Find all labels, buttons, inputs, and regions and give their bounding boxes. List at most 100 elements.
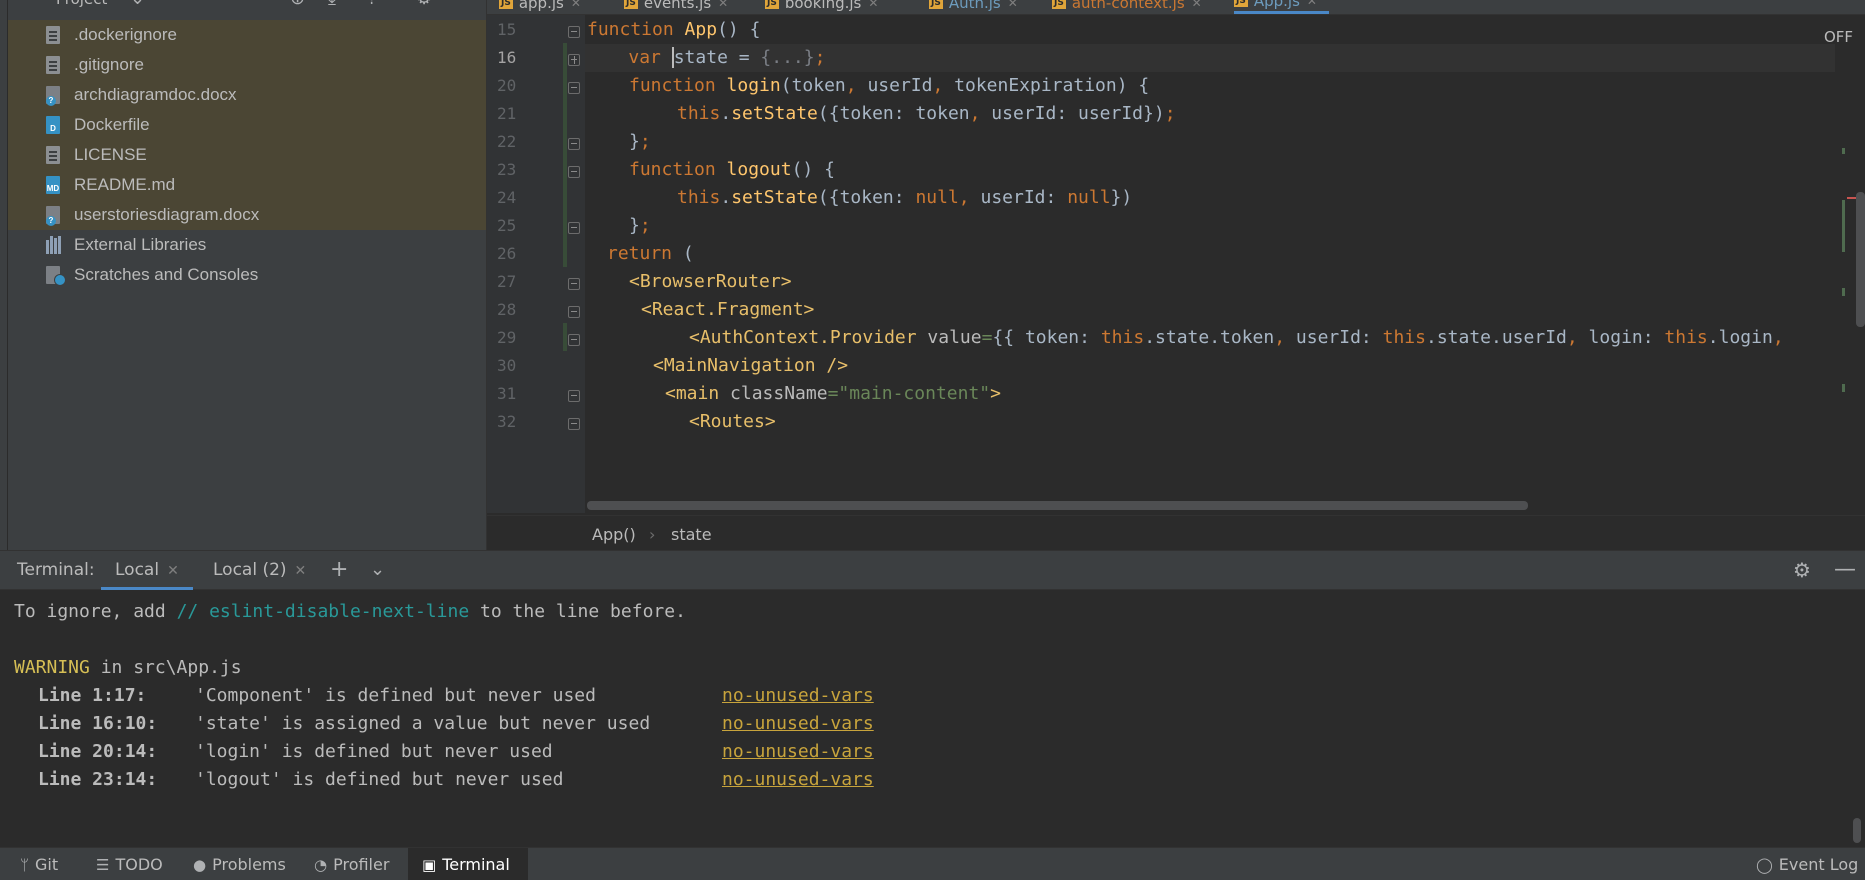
- event-log-button[interactable]: ◯ Event Log: [1756, 848, 1858, 880]
- fold-toggle-icon[interactable]: [568, 418, 580, 430]
- project-file-tree: .dockerignore .gitignore ? archdiagramdo…: [8, 20, 486, 290]
- chevron-right-icon: ›: [649, 525, 656, 544]
- terminal-text: to the line before.: [469, 601, 686, 622]
- close-icon[interactable]: ✕: [571, 0, 581, 10]
- tab-terminal-local[interactable]: Local ✕: [101, 551, 193, 590]
- scratch-icon: [46, 266, 66, 286]
- terminal-output[interactable]: To ignore, add // eslint-disable-next-li…: [0, 590, 1865, 848]
- status-profiler-button[interactable]: ◔ Profiler: [314, 848, 389, 880]
- tree-item-external-libraries[interactable]: External Libraries: [8, 230, 486, 260]
- tab-auth-js[interactable]: JS Auth.js ✕: [929, 0, 1018, 14]
- tree-item-gitignore[interactable]: .gitignore: [8, 50, 486, 80]
- js-file-icon: JS: [1052, 0, 1066, 9]
- chevron-down-icon[interactable]: ⌄: [130, 0, 145, 9]
- terminal-scrollbar[interactable]: [1853, 818, 1861, 843]
- vertical-scrollbar[interactable]: [1856, 192, 1865, 327]
- terminal-label: Terminal:: [17, 560, 95, 580]
- plus-icon[interactable]: +: [330, 557, 348, 582]
- tab-app-js[interactable]: JS app.js ✕: [499, 0, 581, 14]
- docker-file-icon: D: [46, 116, 60, 134]
- rule-link[interactable]: no-unused-vars: [722, 710, 874, 738]
- code-line: <React.Fragment>: [641, 299, 815, 320]
- tree-item-readme[interactable]: MD README.md: [8, 170, 486, 200]
- line-number: 27: [497, 272, 517, 291]
- editor-tab-bar: JS app.js ✕ JS events.js ✕ JS booking.js ✕ JS A…: [487, 0, 1865, 15]
- rule-link[interactable]: no-unused-vars: [722, 738, 874, 766]
- project-title[interactable]: Project: [56, 0, 107, 8]
- code-line: this.setState({token: null, userId: null…: [677, 187, 1133, 208]
- close-icon[interactable]: ✕: [295, 563, 307, 579]
- breadcrumb: App() › state: [487, 515, 1865, 550]
- js-file-icon: JS: [1234, 0, 1248, 7]
- warning-line: Line 16:10:: [38, 710, 157, 738]
- code-line: };: [629, 215, 651, 236]
- code-line: };: [629, 131, 651, 152]
- close-icon[interactable]: ✕: [868, 0, 878, 10]
- fold-toggle-icon[interactable]: [568, 278, 580, 290]
- collapse-all-icon[interactable]: ⤓: [328, 0, 336, 9]
- tab-label: Local: [115, 560, 160, 580]
- change-marker: [563, 43, 567, 267]
- horizontal-scrollbar[interactable]: [587, 501, 1528, 510]
- code-line: <Routes>: [689, 411, 776, 432]
- line-number: 20: [497, 76, 517, 95]
- minimize-icon[interactable]: —: [1834, 557, 1856, 582]
- inspection-toggle[interactable]: OFF: [1824, 28, 1853, 46]
- terminal-panel: Terminal: Local ✕ Local (2) ✕ + ⌄ ⚙ — To i…: [0, 550, 1865, 847]
- tab-label: booking.js: [784, 0, 862, 12]
- status-terminal-button[interactable]: ▣ Terminal: [408, 848, 528, 880]
- tab-terminal-local-2[interactable]: Local (2) ✕: [213, 551, 306, 590]
- chevron-down-icon[interactable]: ⌄: [370, 559, 385, 580]
- js-file-icon: JS: [765, 0, 779, 9]
- tree-item-dockerignore[interactable]: .dockerignore: [8, 20, 486, 50]
- rule-link[interactable]: no-unused-vars: [722, 766, 874, 794]
- scroll-marker: [1842, 288, 1845, 296]
- tab-auth-context-js[interactable]: JS auth-context.js ✕: [1052, 0, 1202, 14]
- warning-location: Line 23:14:: [38, 769, 158, 790]
- tab-booking-js[interactable]: JS booking.js ✕: [765, 0, 878, 14]
- warning-location: Line 16:10:: [38, 713, 158, 734]
- status-todo-button[interactable]: ☰ TODO: [96, 848, 163, 880]
- code-area[interactable]: function App() { var state = {...}; func…: [585, 15, 1835, 513]
- gitignore-file-icon: [46, 56, 60, 74]
- fold-toggle-icon[interactable]: [568, 306, 580, 318]
- scroll-marker: [1842, 384, 1845, 392]
- tab-events-js[interactable]: JS events.js ✕: [624, 0, 728, 14]
- tree-item-archdiagramdoc[interactable]: ? archdiagramdoc.docx: [8, 80, 486, 110]
- expand-icon[interactable]: ⇡: [364, 0, 379, 9]
- line-number-gutter: 15 16 20 21 22 23 24 25 26 27 28 29 30 3…: [487, 15, 585, 513]
- status-label: TODO: [115, 855, 163, 874]
- expand-fold-icon[interactable]: [568, 54, 580, 66]
- close-icon[interactable]: ✕: [167, 563, 179, 579]
- breadcrumb-item[interactable]: App(): [592, 525, 636, 544]
- warning-location: Line 1:17:: [38, 685, 147, 706]
- status-label: Git: [35, 855, 59, 874]
- close-icon[interactable]: ✕: [718, 0, 728, 10]
- fold-toggle-icon[interactable]: [568, 82, 580, 94]
- locate-icon[interactable]: ⊕: [290, 0, 305, 9]
- rule-link[interactable]: no-unused-vars: [722, 682, 874, 710]
- gear-icon[interactable]: ⚙: [416, 0, 432, 9]
- tree-item-userstoriesdiagram[interactable]: ? userstoriesdiagram.docx: [8, 200, 486, 230]
- fold-toggle-icon[interactable]: [568, 26, 580, 38]
- tab-label: Auth.js: [948, 0, 1001, 12]
- close-icon[interactable]: ✕: [1008, 0, 1018, 10]
- fold-toggle-icon[interactable]: [568, 390, 580, 402]
- status-git-button[interactable]: ᛘ Git: [20, 848, 58, 880]
- tree-item-license[interactable]: LICENSE: [8, 140, 486, 170]
- line-number: 32: [497, 412, 517, 431]
- tree-item-scratches[interactable]: Scratches and Consoles: [8, 260, 486, 290]
- close-icon[interactable]: ✕: [1307, 0, 1317, 8]
- close-icon[interactable]: ✕: [1192, 0, 1202, 10]
- tree-item-dockerfile[interactable]: D Dockerfile: [8, 110, 486, 140]
- docx-file-icon: ?: [46, 86, 60, 106]
- fold-toggle-icon[interactable]: [568, 222, 580, 234]
- status-bar: ᛘ Git ☰ TODO ● Problems ◔ Profiler ▣ Terminal…: [0, 847, 1865, 880]
- status-problems-button[interactable]: ● Problems: [193, 848, 286, 880]
- breadcrumb-item[interactable]: state: [671, 525, 712, 544]
- fold-toggle-icon[interactable]: [568, 334, 580, 346]
- fold-toggle-icon[interactable]: [568, 138, 580, 150]
- tab-main-app-js[interactable]: JS App.js ✕: [1234, 0, 1329, 14]
- gear-icon[interactable]: ⚙: [1793, 558, 1811, 582]
- fold-toggle-icon[interactable]: [568, 166, 580, 178]
